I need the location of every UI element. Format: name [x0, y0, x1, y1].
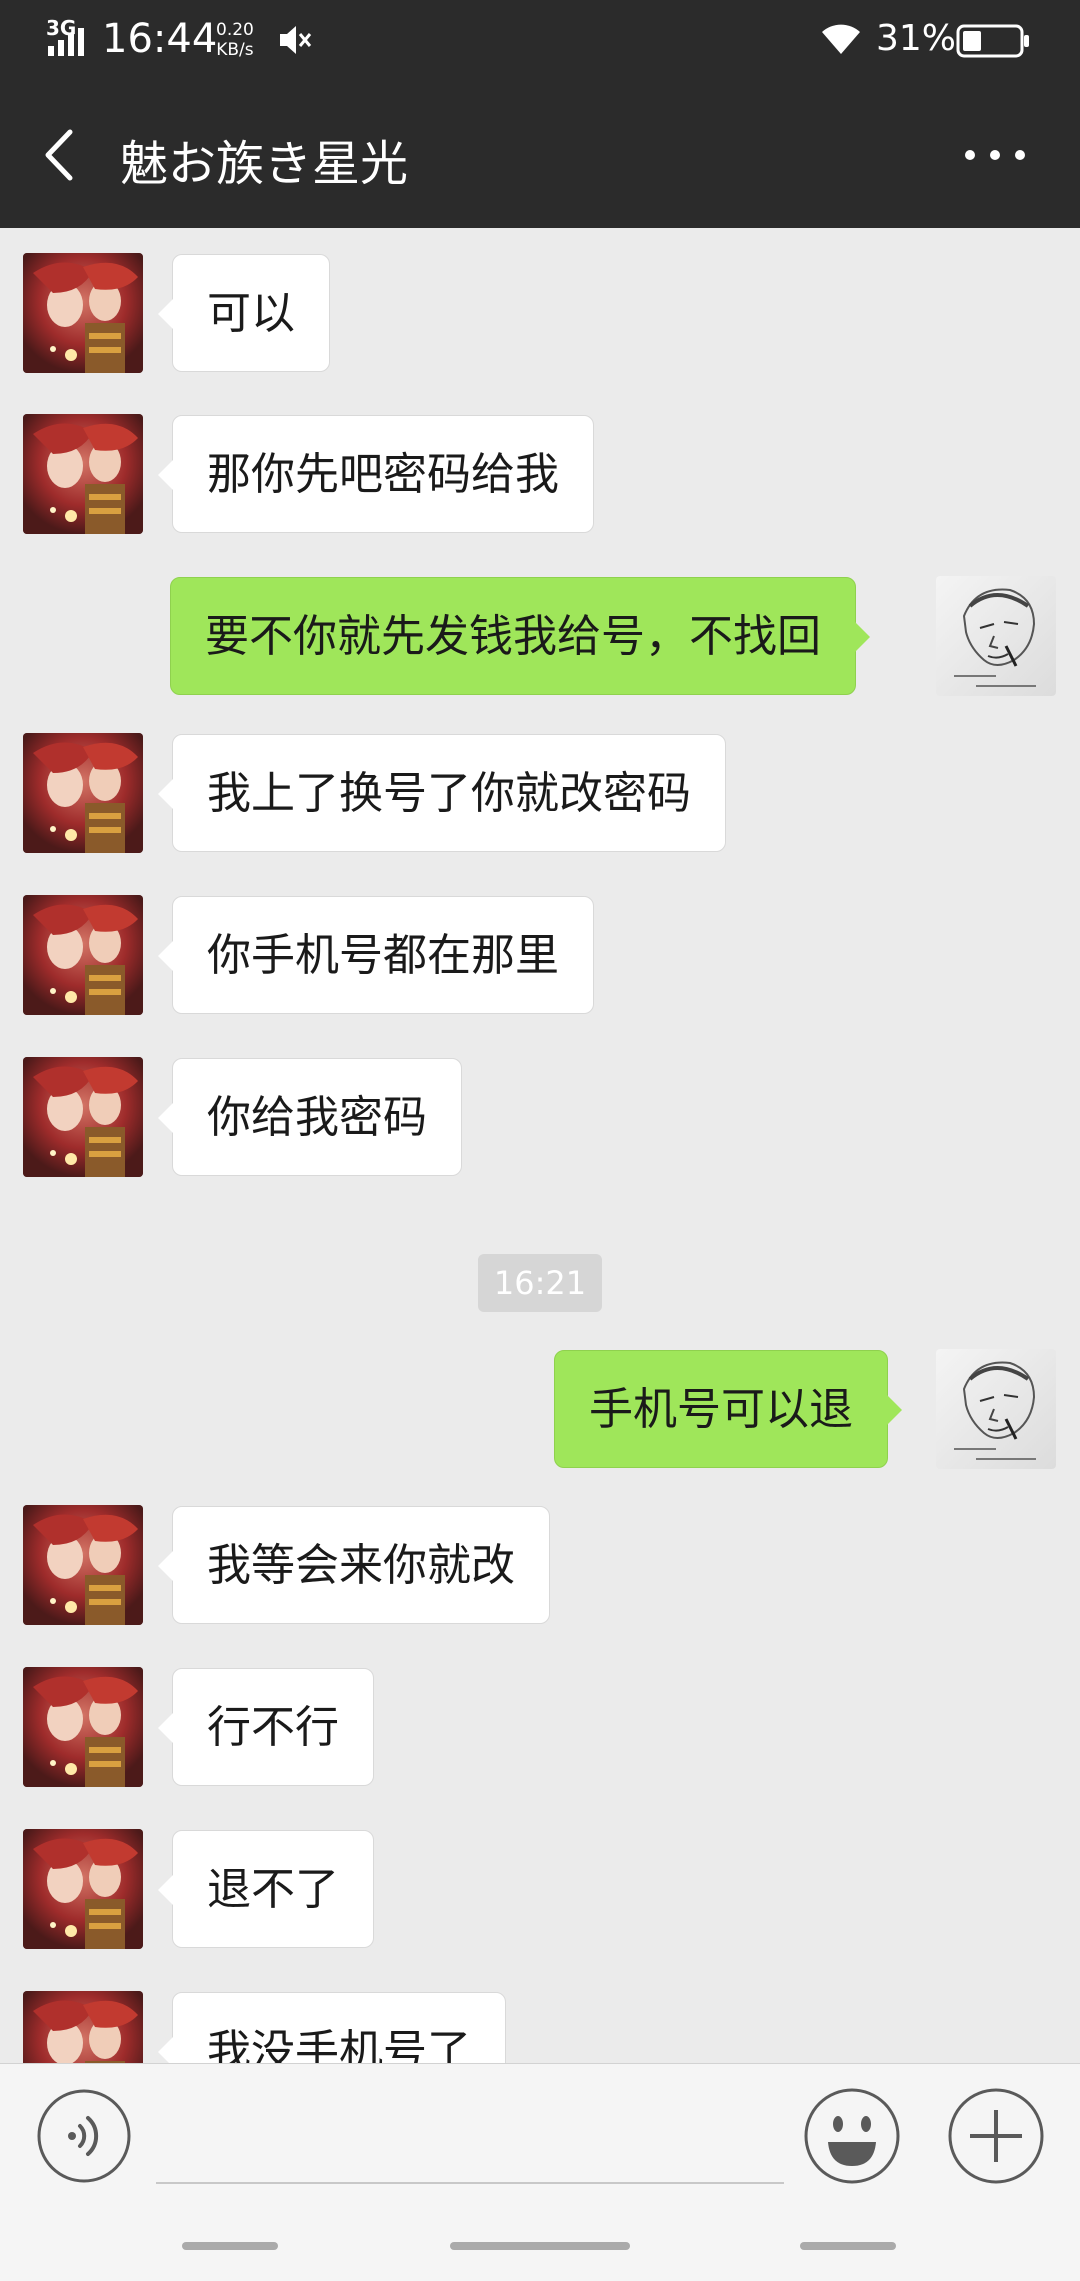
message-bubble-outgoing[interactable]: 要不你就先发钱我给号，不找回 — [170, 577, 870, 695]
contact-avatar[interactable] — [23, 1505, 143, 1625]
status-time: 16:44 — [102, 16, 218, 62]
contact-avatar[interactable] — [23, 253, 143, 373]
message-bubble-incoming[interactable]: 你手机号都在那里 — [158, 896, 594, 1014]
message-bubble-incoming[interactable]: 我上了换号了你就改密码 — [158, 734, 726, 852]
chevron-left-icon[interactable] — [30, 120, 90, 190]
nav-gesture-left[interactable] — [182, 2242, 278, 2250]
speed-unit: KB/s — [216, 40, 254, 60]
contact-avatar[interactable] — [23, 414, 143, 534]
message-bubble-incoming[interactable]: 行不行 — [158, 1668, 374, 1786]
status-bar: 3G 16:44 0.20 KB/s 31% — [0, 0, 1080, 80]
message-bubble-incoming[interactable]: 那你先吧密码给我 — [158, 415, 594, 533]
user-avatar[interactable] — [936, 576, 1056, 696]
more-icon[interactable] — [958, 130, 1032, 180]
message-bubble-incoming[interactable]: 可以 — [158, 254, 330, 372]
contact-avatar[interactable] — [23, 1057, 143, 1177]
contact-avatar[interactable] — [23, 733, 143, 853]
message-bubble-outgoing[interactable]: 手机号可以退 — [554, 1350, 902, 1468]
message-bubble-incoming[interactable]: 你给我密码 — [158, 1058, 462, 1176]
message-timestamp: 16:21 — [478, 1254, 602, 1312]
nav-gesture-home[interactable] — [450, 2242, 630, 2250]
contact-avatar[interactable] — [23, 895, 143, 1015]
chat-header: 魅お族き星光 — [0, 80, 1080, 228]
battery-percent: 31% — [876, 18, 957, 59]
message-list[interactable]: 可以 那你先吧密码给我 要不你就先发钱我给号，不找回 我上了换号了你就改密码 你… — [0, 228, 1080, 2063]
network-speed: 0.20 KB/s — [216, 20, 254, 60]
user-avatar[interactable] — [936, 1349, 1056, 1469]
nav-gesture-right[interactable] — [800, 2242, 896, 2250]
plus-icon[interactable] — [946, 2086, 1046, 2186]
contact-avatar[interactable] — [23, 1991, 143, 2063]
message-bubble-incoming[interactable]: 我等会来你就改 — [158, 1506, 550, 1624]
voice-icon[interactable] — [36, 2088, 132, 2184]
mute-icon — [280, 26, 312, 54]
chat-title: 魅お族き星光 — [120, 136, 409, 192]
wifi-icon — [822, 24, 860, 54]
message-bubble-incoming[interactable]: 我没手机号了 — [158, 1992, 506, 2063]
contact-avatar[interactable] — [23, 1829, 143, 1949]
speed-value: 0.20 — [216, 20, 254, 40]
input-bar — [0, 2063, 1080, 2281]
message-input[interactable] — [156, 2100, 784, 2184]
signal-icon — [48, 28, 84, 56]
emoji-icon[interactable] — [802, 2086, 902, 2186]
contact-avatar[interactable] — [23, 1667, 143, 1787]
message-bubble-incoming[interactable]: 退不了 — [158, 1830, 374, 1948]
battery-icon — [956, 24, 1029, 58]
